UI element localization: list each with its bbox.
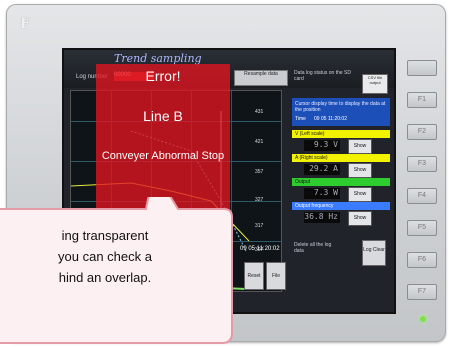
sd-status-text: Data log status on the SD card: [294, 70, 351, 82]
side-panel: Data log status on the SD card CSV file …: [292, 54, 392, 310]
function-key-f4[interactable]: F4: [407, 188, 437, 204]
row-v: 9.3 V Show: [292, 138, 390, 154]
notice-box: Cursor display time to display the data …: [292, 98, 390, 126]
row-header-output: Output: [292, 178, 390, 186]
axis-tick: 357: [255, 169, 264, 175]
row-output: 7.3 W Show: [292, 186, 390, 202]
axis-tick: 431: [255, 109, 264, 115]
value-a: 29.2 A: [304, 164, 340, 175]
row-a: 29.2 A Show: [292, 162, 390, 178]
axis-tick: 421: [255, 139, 264, 145]
function-key[interactable]: [407, 60, 437, 76]
row-header-a: A (Right scale): [292, 154, 390, 162]
function-key-f2[interactable]: F2: [407, 124, 437, 140]
error-text: Error!: [145, 68, 181, 84]
power-led: [420, 316, 426, 322]
show-button[interactable]: Show: [348, 139, 372, 154]
function-key-f1[interactable]: F1: [407, 92, 437, 108]
row-header-v: V (Left scale): [292, 130, 390, 138]
cursor-time: 09 05 11:20:02: [240, 246, 280, 252]
resample-button[interactable]: Resample data: [234, 70, 288, 86]
line-text: Line B: [143, 108, 183, 124]
value-frequency: 36.8 Hz: [304, 212, 340, 223]
axis-tick: 317: [255, 223, 264, 229]
delete-note: Delete all the log data: [294, 242, 332, 254]
timestamp: 09 05 11:20:02: [314, 116, 347, 122]
reset-button[interactable]: Reset: [244, 262, 264, 290]
notice-text: Cursor display time to display the data …: [295, 101, 386, 113]
row-frequency: 36.8 Hz Show: [292, 210, 390, 226]
value-output: 7.3 W: [304, 188, 340, 199]
callout-line-2: you can check a: [58, 249, 152, 264]
function-key-f5[interactable]: F5: [407, 220, 437, 236]
alarm-overlay: Error! Line B Conveyer Abnormal Stop: [96, 64, 230, 212]
function-key-f6[interactable]: F6: [407, 252, 437, 268]
alarm-message: Conveyer Abnormal Stop: [101, 150, 225, 162]
value-v: 9.3 V: [304, 140, 340, 151]
callout-line-1: ing transparent: [61, 228, 149, 243]
show-button[interactable]: Show: [348, 211, 372, 226]
function-key-f3[interactable]: F3: [407, 156, 437, 172]
callout-line-3: hind an overlap.: [58, 270, 152, 285]
show-button[interactable]: Show: [348, 187, 372, 202]
file-button[interactable]: File: [266, 262, 286, 290]
show-button[interactable]: Show: [348, 163, 372, 178]
csv-output-button[interactable]: CSV file output: [362, 74, 388, 94]
log-clear-button[interactable]: Log Clear: [362, 240, 386, 266]
maker-logo: F: [20, 16, 30, 32]
row-header-frequency: Output frequency: [292, 202, 390, 210]
time-label: Time: [295, 116, 306, 122]
axis-tick: 327: [255, 197, 264, 203]
function-key-f7[interactable]: F7: [407, 284, 437, 300]
